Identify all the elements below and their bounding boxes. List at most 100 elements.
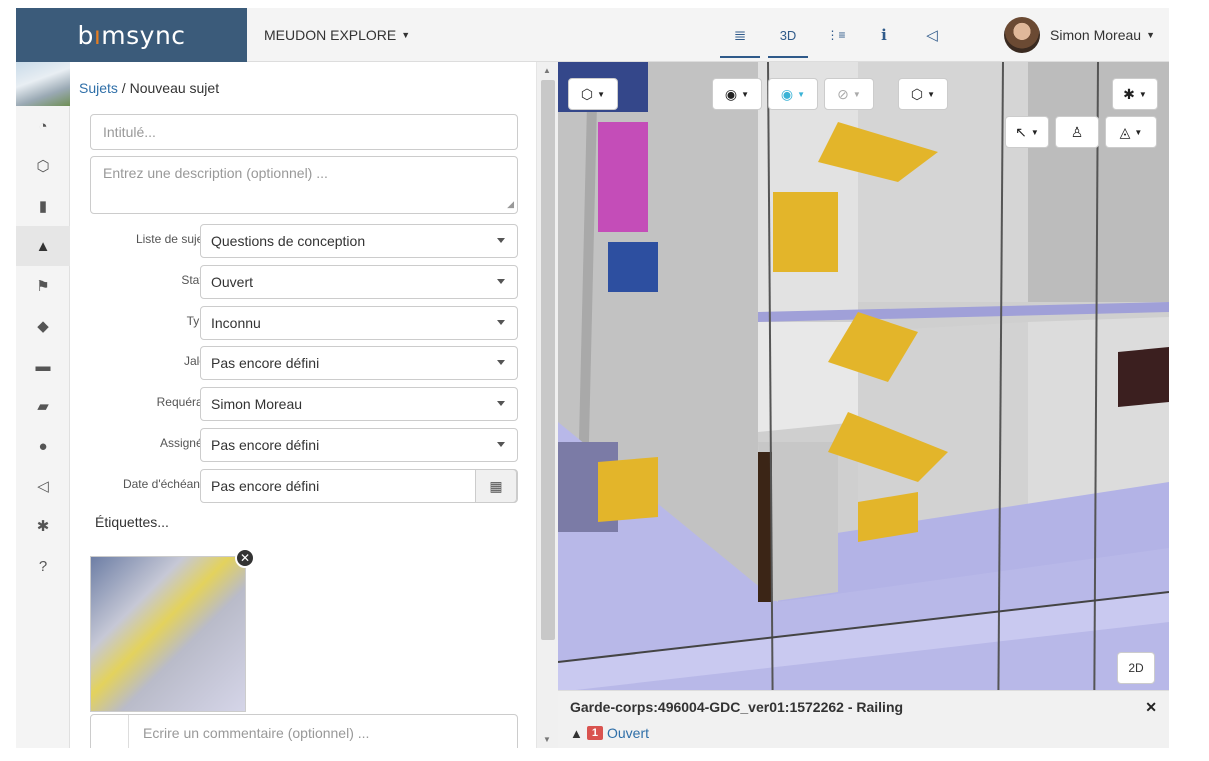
comment-placeholder: Ecrire un commentaire (optionnel) ... (143, 725, 370, 741)
megaphone-icon[interactable]: ◁ (908, 8, 956, 62)
due-date-input[interactable]: Pas encore défini ▦ (200, 469, 518, 503)
project-selector[interactable]: MEUDON EXPLORE ▼ (264, 8, 410, 62)
issues-warning-icon[interactable]: ▲ (16, 226, 70, 266)
selected-element-name: Garde-corps:496004-GDC_ver01:1572262 - R… (570, 699, 904, 715)
chevron-down-icon: ▼ (852, 89, 861, 99)
model-cube-icon[interactable]: ⬡ (16, 146, 70, 186)
tags-icon[interactable]: ◆ (16, 306, 70, 346)
panel-scrollbar[interactable]: ▲ ▼ (536, 62, 558, 748)
chevron-down-icon: ▼ (797, 89, 806, 99)
chevron-down-icon (497, 320, 505, 325)
breadcrumb-issues-link[interactable]: Sujets (79, 80, 118, 96)
breadcrumb-separator: / (117, 80, 130, 96)
users-icon[interactable]: ● (16, 426, 70, 466)
chevron-down-icon: ▼ (1138, 89, 1147, 99)
user-menu[interactable]: Simon Moreau ▼ (1004, 8, 1169, 62)
status-select[interactable]: Ouvert (200, 265, 518, 299)
toggle-2d-button[interactable]: 2D (1117, 652, 1155, 684)
megaphone-icon[interactable]: ◁ (16, 466, 70, 506)
eye-xray-icon: ◉ (780, 85, 794, 102)
app-window: b ı msync MEUDON EXPLORE ▼ ≣ 3D ⋮≡ i ◁ Sim… (16, 8, 1169, 748)
avatar (1004, 17, 1041, 53)
cube-icon: ⬡ (580, 85, 594, 102)
tree-view-icon[interactable]: ⋮≡ (812, 8, 860, 62)
sidebar: ◔ ⬡ ▮ ▲ ⚑ ◆ ▬ ▰ ● ◁ ✱ ? (16, 62, 70, 748)
brand-text-pre: b (77, 20, 94, 50)
issue-count-badge: 1 (586, 726, 603, 740)
project-name: MEUDON EXPLORE (264, 27, 397, 43)
comment-avatar (91, 715, 129, 748)
issue-list-select[interactable]: Questions de conception (200, 224, 518, 258)
chevron-down-icon: ▼ (1134, 127, 1143, 137)
issue-form-panel: Sujets / Nouveau sujet Intitulé... Entre… (70, 62, 536, 748)
walk-tool-button[interactable]: ♙ (1055, 116, 1099, 148)
visibility-button[interactable]: ◉ ▼ (712, 78, 762, 110)
chevron-down-icon (497, 238, 505, 243)
calendar-icon[interactable]: ▦ (475, 469, 517, 503)
user-name: Simon Moreau (1050, 27, 1142, 43)
gear-icon[interactable]: ✱ (16, 506, 70, 546)
3d-view-tab[interactable]: 3D (764, 8, 812, 62)
title-input[interactable]: Intitulé... (90, 114, 518, 150)
hide-button[interactable]: ⊘ ▼ (824, 78, 874, 110)
dashboard-icon[interactable]: ◔ (16, 106, 70, 146)
chevron-down-icon: ▼ (1030, 127, 1039, 137)
gear-icon: ✱ (1123, 85, 1135, 102)
brand-logo[interactable]: b ı msync (16, 8, 247, 62)
close-icon[interactable]: ✕ (1145, 699, 1157, 716)
field-label-type: Type: (76, 314, 216, 328)
scrollbar-thumb[interactable] (541, 80, 555, 640)
3d-viewport[interactable]: ⬡ ▼ ◉ ▼ ◉ ▼ ⊘ ▼ ⬡ ▼ ✱ ▼ ↖ ▼ ♙ ◬ ▼ 2D Garde-corps… (558, 62, 1169, 748)
select-tool-button[interactable]: ↖ ▼ (1005, 116, 1049, 148)
model-selector-button[interactable]: ⬡ ▼ (568, 78, 618, 110)
help-icon[interactable]: ? (16, 546, 70, 586)
tags-field[interactable]: Étiquettes... (95, 514, 169, 530)
box-icon: ⬡ (910, 85, 924, 102)
chevron-down-icon: ▼ (1146, 30, 1155, 40)
view-nav: ≣ 3D ⋮≡ i ◁ (716, 8, 956, 62)
chevron-down-icon (497, 401, 505, 406)
folder-icon[interactable]: ▬ (16, 346, 70, 386)
field-label-status: Statut: (181, 273, 216, 287)
settings-button[interactable]: ✱ ▼ (1112, 78, 1158, 110)
breadcrumb: Sujets / Nouveau sujet (79, 80, 219, 96)
field-label-assignee: Assigné à: (159, 436, 216, 450)
cursor-icon: ↖ (1015, 123, 1027, 140)
milestone-select[interactable]: Pas encore défini (200, 346, 518, 380)
resize-handle-icon[interactable]: ◢ (507, 199, 514, 210)
project-thumbnail[interactable] (16, 62, 70, 106)
xray-button[interactable]: ◉ ▼ (768, 78, 818, 110)
list-view-icon[interactable]: ≣ (716, 8, 764, 62)
section-box-button[interactable]: ⬡ ▼ (898, 78, 948, 110)
issue-status-link[interactable]: Ouvert (607, 725, 649, 741)
flag-icon[interactable]: ⚑ (16, 266, 70, 306)
info-icon[interactable]: i (860, 8, 908, 62)
viewpoint-snapshot[interactable] (90, 556, 246, 712)
assignee-select[interactable]: Pas encore défini (200, 428, 518, 462)
person-icon: ♙ (1070, 123, 1084, 140)
brand-text-post: msync (101, 20, 186, 50)
chevron-down-icon (497, 279, 505, 284)
book-icon[interactable]: ▰ (16, 386, 70, 426)
bookmark-icon[interactable]: ▮ (16, 186, 70, 226)
close-icon[interactable]: ✕ (235, 548, 255, 568)
scroll-up-icon[interactable]: ▲ (543, 66, 551, 75)
field-label-milestone: Jalon: (76, 354, 216, 368)
comment-input[interactable]: Ecrire un commentaire (optionnel) ... (90, 714, 518, 748)
title-placeholder: Intitulé... (103, 124, 156, 140)
type-select[interactable]: Inconnu (200, 306, 518, 340)
measure-tool-button[interactable]: ◬ ▼ (1105, 116, 1157, 148)
milestone-value: Pas encore défini (211, 355, 320, 371)
scroll-down-icon[interactable]: ▼ (543, 735, 551, 744)
chevron-down-icon: ▼ (741, 89, 750, 99)
requester-value: Simon Moreau (211, 396, 303, 412)
description-textarea[interactable]: Entrez une description (optionnel) ... ◢ (90, 156, 518, 214)
issue-status-row[interactable]: ▲ 1 Ouvert (570, 725, 649, 741)
chevron-down-icon: ▼ (401, 30, 411, 40)
warning-icon: ▲ (570, 725, 583, 741)
issue-list-value: Questions de conception (211, 233, 366, 249)
field-label-due-date: Date d'échéance: (122, 477, 216, 491)
top-bar: b ı msync MEUDON EXPLORE ▼ ≣ 3D ⋮≡ i ◁ Sim… (16, 8, 1169, 62)
chevron-down-icon (497, 442, 505, 447)
requester-select[interactable]: Simon Moreau (200, 387, 518, 421)
